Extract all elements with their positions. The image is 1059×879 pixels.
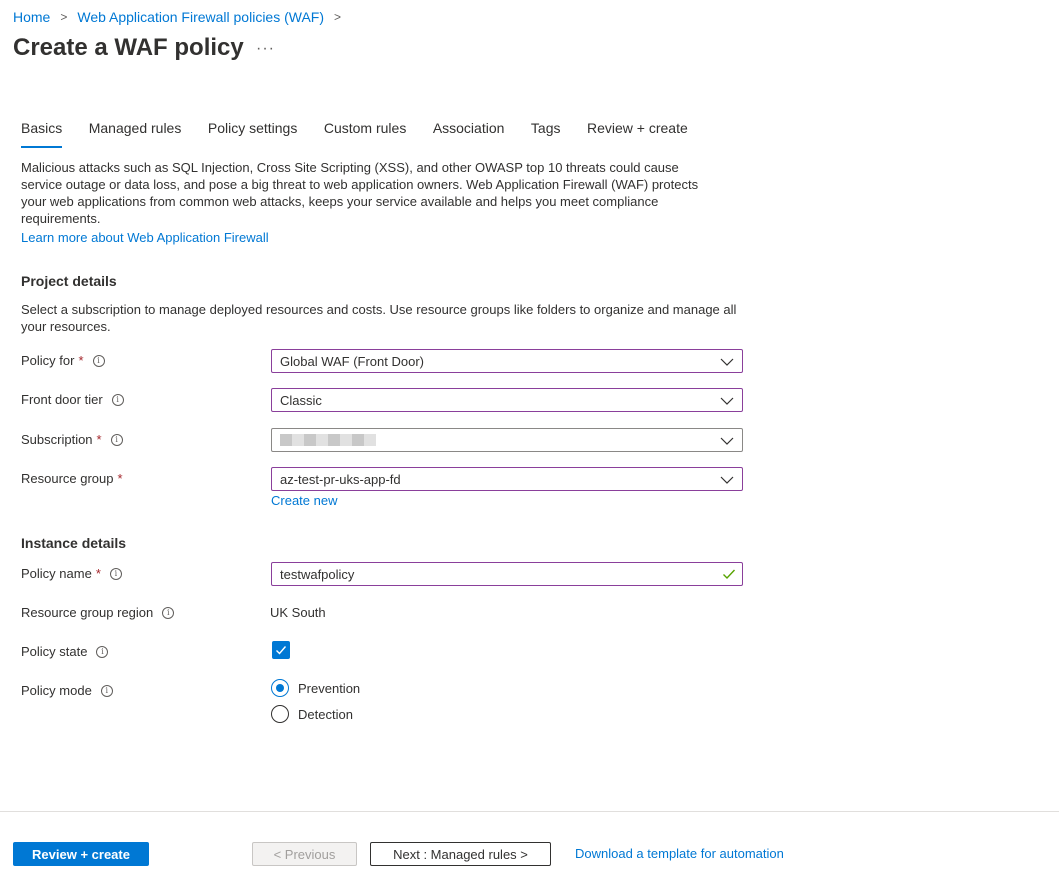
resource-group-label: Resource group *	[21, 471, 123, 486]
front-door-tier-label: Front door tier i	[21, 392, 124, 407]
policy-mode-label-text: Policy mode	[21, 683, 92, 698]
radio-button-checked[interactable]	[271, 679, 289, 697]
info-icon[interactable]: i	[162, 606, 175, 619]
download-template-link[interactable]: Download a template for automation	[575, 846, 784, 861]
subscription-label-text: Subscription	[21, 432, 93, 447]
detection-label: Detection	[298, 706, 353, 722]
policy-name-value: testwafpolicy	[280, 566, 355, 582]
next-managed-rules-button[interactable]: Next : Managed rules >	[370, 842, 551, 866]
tab-basics[interactable]: Basics	[21, 120, 63, 148]
subscription-dropdown[interactable]	[271, 428, 743, 452]
policy-for-value: Global WAF (Front Door)	[280, 353, 424, 369]
policy-for-label: Policy for * i	[21, 353, 105, 368]
tab-tags[interactable]: Tags	[531, 120, 561, 146]
prevention-label: Prevention	[298, 680, 361, 696]
checkmark-icon	[276, 646, 287, 655]
policy-mode-detection-option[interactable]: Detection	[271, 705, 353, 723]
policy-mode-prevention-option[interactable]: Prevention	[271, 679, 360, 697]
policy-for-dropdown[interactable]: Global WAF (Front Door)	[271, 349, 743, 373]
subscription-label: Subscription * i	[21, 432, 123, 447]
instance-details-heading: Instance details	[21, 535, 127, 551]
tab-custom-rules[interactable]: Custom rules	[324, 120, 406, 146]
resource-group-value: az-test-pr-uks-app-fd	[280, 471, 401, 487]
info-icon[interactable]: i	[109, 567, 122, 580]
tab-association[interactable]: Association	[433, 120, 505, 146]
project-details-heading: Project details	[21, 273, 117, 289]
more-icon[interactable]: ···	[256, 40, 275, 58]
review-create-button[interactable]: Review + create	[13, 842, 149, 866]
info-icon[interactable]: i	[92, 354, 105, 367]
resource-group-region-label: Resource group region i	[21, 605, 175, 620]
info-icon[interactable]: i	[111, 393, 124, 406]
breadcrumb-separator: >	[334, 10, 342, 24]
policy-state-label: Policy state i	[21, 644, 109, 659]
breadcrumb-waf-policies[interactable]: Web Application Firewall policies (WAF)	[77, 9, 324, 25]
resource-group-region-label-text: Resource group region	[21, 605, 154, 620]
project-details-description: Select a subscription to manage deployed…	[21, 302, 737, 334]
required-marker: *	[78, 353, 84, 368]
front-door-tier-dropdown[interactable]: Classic	[271, 388, 743, 412]
policy-name-input[interactable]: testwafpolicy	[271, 562, 743, 586]
subscription-value-redacted	[280, 434, 376, 446]
tab-policy-settings[interactable]: Policy settings	[208, 120, 297, 146]
tab-managed-rules[interactable]: Managed rules	[89, 120, 182, 146]
checkmark-icon	[723, 569, 736, 580]
chevron-down-icon	[720, 397, 734, 405]
resource-group-region-value: UK South	[270, 605, 326, 620]
footer-divider	[0, 811, 1059, 812]
policy-name-label-text: Policy name	[21, 566, 92, 581]
info-icon[interactable]: i	[96, 645, 109, 658]
chevron-down-icon	[720, 476, 734, 484]
chevron-down-icon	[720, 437, 734, 445]
learn-more-link[interactable]: Learn more about Web Application Firewal…	[21, 230, 269, 245]
policy-state-checkbox[interactable]	[272, 641, 290, 659]
radio-dot	[276, 684, 284, 692]
intro-text: Malicious attacks such as SQL Injection,…	[21, 160, 699, 226]
tab-bar: Basics Managed rules Policy settings Cus…	[21, 120, 714, 148]
info-icon[interactable]: i	[100, 684, 113, 697]
breadcrumb-home[interactable]: Home	[13, 9, 50, 25]
info-icon[interactable]: i	[110, 433, 123, 446]
front-door-tier-label-text: Front door tier	[21, 392, 103, 407]
policy-name-label: Policy name * i	[21, 566, 122, 581]
previous-button[interactable]: < Previous	[252, 842, 357, 866]
required-marker: *	[96, 432, 102, 447]
chevron-down-icon	[720, 358, 734, 366]
resource-group-label-text: Resource group	[21, 471, 114, 486]
required-marker: *	[95, 566, 101, 581]
policy-state-label-text: Policy state	[21, 644, 88, 659]
page-title: Create a WAF policy	[13, 34, 244, 61]
policy-for-label-text: Policy for	[21, 353, 75, 368]
front-door-tier-value: Classic	[280, 392, 322, 408]
policy-mode-label: Policy mode i	[21, 683, 113, 698]
breadcrumb-separator: >	[60, 10, 68, 24]
tab-review-create[interactable]: Review + create	[587, 120, 688, 146]
resource-group-dropdown[interactable]: az-test-pr-uks-app-fd	[271, 467, 743, 491]
required-marker: *	[117, 471, 123, 486]
create-new-resource-group-link[interactable]: Create new	[271, 493, 337, 508]
breadcrumb: Home > Web Application Firewall policies…	[13, 9, 351, 25]
radio-button[interactable]	[271, 705, 289, 723]
